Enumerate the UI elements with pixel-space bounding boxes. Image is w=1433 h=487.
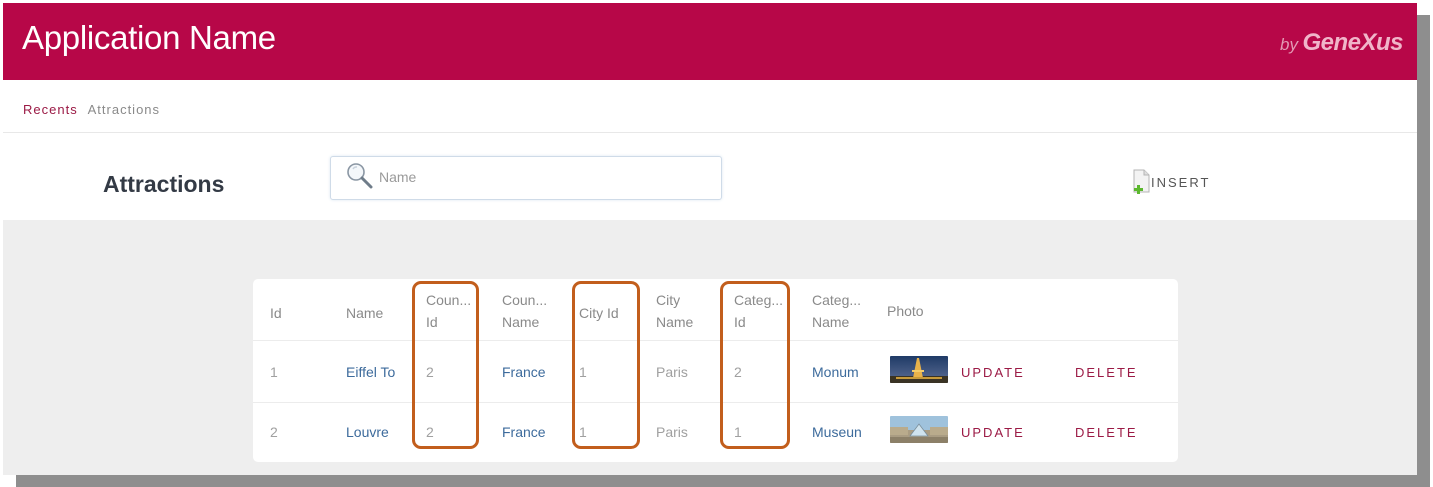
cell-country-name-link[interactable]: France <box>502 363 546 382</box>
breadcrumb-recents[interactable]: Recents <box>23 102 78 117</box>
cell-name-link[interactable]: Louvre <box>346 423 412 442</box>
update-button[interactable]: UPDATE <box>961 363 1025 382</box>
insert-label: INSERT <box>1151 175 1211 190</box>
cell-id: 1 <box>270 364 278 380</box>
cell-category-name-link[interactable]: Monum <box>812 363 876 382</box>
brand-by: by <box>1280 35 1298 54</box>
row-divider <box>253 340 1178 341</box>
column-header-city-name[interactable]: City <box>656 291 680 310</box>
column-header-id[interactable]: Id <box>270 304 282 323</box>
column-header-city-name-line2: Name <box>656 314 694 330</box>
highlight-city-id-column <box>572 281 640 449</box>
delete-button[interactable]: DELETE <box>1075 423 1138 442</box>
search-box[interactable] <box>330 156 722 200</box>
grid-area: Id Name Coun... Id Coun... Name City Id … <box>3 220 1417 475</box>
app-header: Application Name by GeneXus <box>3 3 1417 80</box>
column-header-country-name[interactable]: Coun... <box>502 291 560 310</box>
column-header-category-name-line2: Name <box>812 314 850 330</box>
column-header-name[interactable]: Name <box>346 304 383 323</box>
row-divider <box>253 402 1178 403</box>
breadcrumb-divider <box>3 132 1417 133</box>
breadcrumb: Recents Attractions <box>23 102 160 117</box>
genexus-logo: by GeneXus <box>1280 29 1403 57</box>
delete-button[interactable]: DELETE <box>1075 363 1138 382</box>
column-header-photo[interactable]: Photo <box>887 302 924 321</box>
search-input[interactable] <box>379 167 709 187</box>
cell-country-name-link[interactable]: France <box>502 423 546 442</box>
column-header-category-name[interactable]: Categ... <box>812 291 874 310</box>
insert-document-icon <box>1133 169 1150 194</box>
highlight-category-id-column <box>720 281 790 449</box>
update-button[interactable]: UPDATE <box>961 423 1025 442</box>
app-title: Application Name <box>22 19 276 56</box>
application-window: Application Name by GeneXus Recents Attr… <box>3 3 1417 475</box>
highlight-country-id-column <box>412 281 479 449</box>
search-icon <box>347 163 373 189</box>
attractions-grid: Id Name Coun... Id Coun... Name City Id … <box>253 279 1178 462</box>
louvre-photo <box>890 416 948 443</box>
cell-city-name: Paris <box>656 424 688 440</box>
cell-id: 2 <box>270 424 278 440</box>
column-header-country-name-line2: Name <box>502 314 540 330</box>
cell-city-name: Paris <box>656 364 688 380</box>
page-title: Attractions <box>103 171 225 197</box>
eiffel-tower-photo <box>890 356 948 383</box>
brand-name: GeneXus <box>1302 29 1403 56</box>
cell-name-link[interactable]: Eiffel To <box>346 363 412 382</box>
cell-category-name-link[interactable]: Museun <box>812 423 876 442</box>
breadcrumb-attractions: Attractions <box>87 102 161 117</box>
